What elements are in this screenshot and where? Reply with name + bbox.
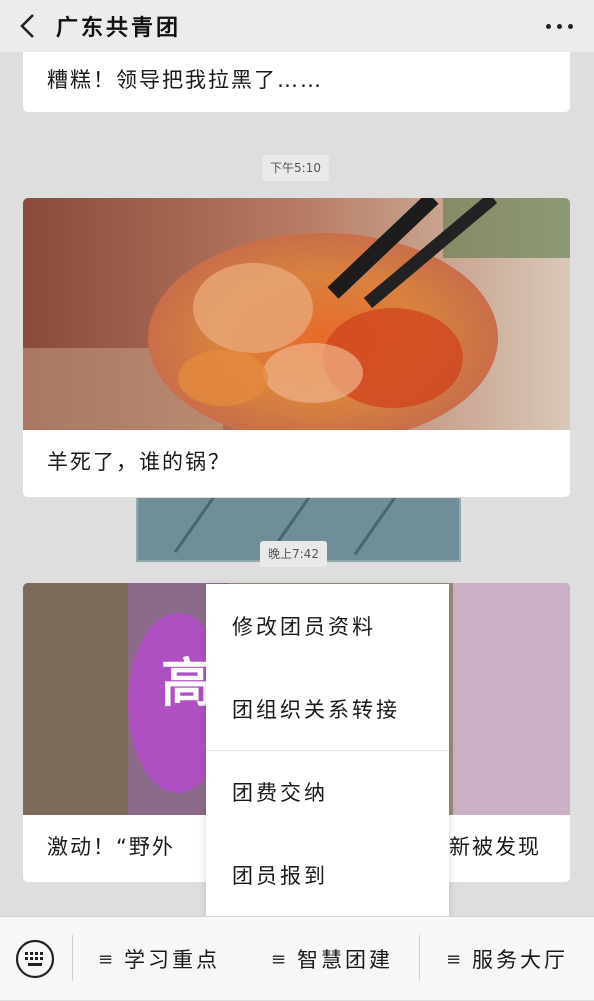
article-card[interactable]: 糟糕！领导把我拉黑了……	[23, 52, 570, 112]
article-cover-image	[23, 198, 570, 430]
article-title: 糟糕！领导把我拉黑了……	[47, 68, 323, 92]
menu-item-transfer-relation[interactable]: 团组织关系转接	[206, 667, 449, 750]
tab-study-focus[interactable]: ≡ 学习重点	[73, 917, 245, 1001]
article-title-left: 激动！“野外	[47, 835, 175, 859]
menu-item-member-report[interactable]: 团员报到	[206, 833, 449, 916]
back-button[interactable]	[0, 0, 56, 52]
tab-label: 智慧团建	[297, 948, 394, 972]
page-title: 广东共青团	[56, 16, 182, 41]
keyboard-icon	[15, 939, 55, 979]
more-options-button[interactable]	[543, 10, 576, 42]
message-timestamp: 下午5:10	[262, 155, 329, 181]
menu-item-pay-dues[interactable]: 团费交纳	[206, 751, 449, 833]
tab-service-hall[interactable]: ≡ 服务大厅	[420, 917, 594, 1001]
article-card[interactable]: 羊死了，谁的锅？	[23, 198, 570, 497]
chevron-left-icon	[20, 14, 34, 38]
tab-label: 学习重点	[124, 948, 221, 972]
menu-icon: ≡	[97, 948, 117, 970]
lamb-meat-image	[23, 198, 570, 430]
article-title: 羊死了，谁的锅？	[47, 450, 231, 474]
tab-smart-league[interactable]: ≡ 智慧团建	[246, 917, 418, 1001]
top-nav-bar: 广东共青团	[0, 0, 594, 52]
message-timestamp: 晚上7:42	[260, 541, 327, 567]
menu-icon: ≡	[445, 948, 465, 970]
article-title-right: 新被发现	[449, 835, 541, 859]
keyboard-toggle-button[interactable]	[15, 939, 55, 979]
menu-icon: ≡	[270, 948, 290, 970]
menu-item-edit-profile[interactable]: 修改团员资料	[206, 584, 449, 667]
bottom-menu-bar: ≡ 学习重点 ≡ 智慧团建 ≡ 服务大厅	[0, 916, 594, 1000]
submenu-popup: 修改团员资料 团组织关系转接 团费交纳 团员报到	[206, 584, 449, 916]
tab-label: 服务大厅	[472, 948, 569, 972]
more-dots-icon	[546, 23, 551, 29]
